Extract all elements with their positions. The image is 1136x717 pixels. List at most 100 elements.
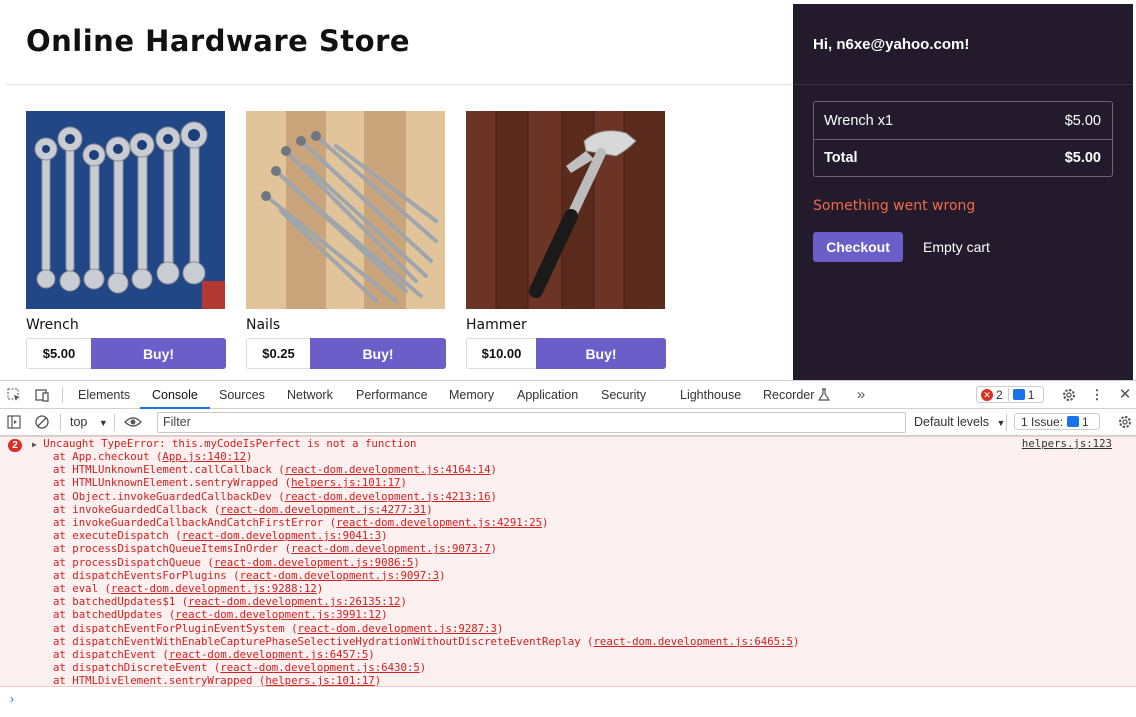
sidebar-toggle-icon[interactable] xyxy=(6,414,22,430)
stack-frame-link[interactable]: react-dom.development.js:6465:5 xyxy=(594,635,793,648)
buy-wrench-button[interactable]: Buy! xyxy=(91,338,226,369)
stack-frame: at processDispatchQueue (react-dom.devel… xyxy=(53,556,420,569)
stack-frame: at dispatchEventForPluginEventSystem (re… xyxy=(53,622,503,635)
stack-frame: at dispatchEvent (react-dom.development.… xyxy=(53,648,375,661)
stack-frame-link[interactable]: react-dom.development.js:9041:3 xyxy=(182,529,381,542)
store-main: Online Hardware Store Wrench $5.00 Buy! … xyxy=(0,0,793,380)
stack-frame-function: at Object.invokeGuardedCallbackDev ( xyxy=(53,489,285,503)
tab-console[interactable]: Console xyxy=(140,381,210,409)
stack-frame-link[interactable]: react-dom.development.js:9288:12 xyxy=(111,582,317,595)
stack-frame-function: at dispatchEventsForPlugins ( xyxy=(53,568,240,582)
tab-performance[interactable]: Performance xyxy=(356,381,428,409)
hammer-image xyxy=(466,111,665,309)
stack-frame-link[interactable]: react-dom.development.js:6457:5 xyxy=(169,648,368,661)
stack-frame-link[interactable]: react-dom.development.js:9086:5 xyxy=(214,556,413,569)
chevron-down-icon: ▼ xyxy=(996,418,1006,428)
stack-frame-close-paren: ) xyxy=(316,582,324,595)
tab-application[interactable]: Application xyxy=(517,381,578,409)
issues-label: 1 Issue: xyxy=(1021,414,1064,429)
issues-button[interactable]: 1 Issue: 1 xyxy=(1014,413,1100,430)
tab-lighthouse[interactable]: Lighthouse xyxy=(680,381,741,409)
stack-frame-close-paren: ) xyxy=(490,489,497,503)
message-count: 1 xyxy=(1027,387,1035,402)
product-price-row: $10.00 Buy! xyxy=(466,338,666,370)
stack-frame-close-paren: ) xyxy=(246,450,253,463)
context-value: top xyxy=(70,415,88,429)
product-card-wrench: Wrench $5.00 Buy! xyxy=(26,111,226,370)
chevron-down-icon: ▼ xyxy=(98,418,108,428)
stack-frame-link[interactable]: App.js:140:12 xyxy=(162,450,246,463)
issues-count: 1 xyxy=(1082,414,1089,429)
stack-frame-link[interactable]: helpers.js:101:17 xyxy=(291,476,400,489)
console-settings-gear-icon[interactable] xyxy=(1117,414,1133,430)
stack-frame-function: at HTMLDivElement.sentryWrapped ( xyxy=(53,674,266,688)
user-greeting: Hi, n6xe@yahoo.com! xyxy=(813,36,970,53)
tab-network[interactable]: Network xyxy=(287,381,333,409)
stack-frame-link[interactable]: react-dom.development.js:9073:7 xyxy=(291,542,490,555)
stack-frame-function: at HTMLUnknownElement.callCallback ( xyxy=(53,463,285,477)
device-toolbar-icon[interactable] xyxy=(34,387,50,403)
stack-frame-function: at dispatchEvent ( xyxy=(53,648,169,661)
kebab-menu-icon[interactable]: ⋮ xyxy=(1089,387,1105,403)
stack-frame-close-paren: ) xyxy=(400,476,407,490)
stack-frame-link[interactable]: react-dom.development.js:3991:12 xyxy=(175,608,381,621)
stack-frame-link[interactable]: react-dom.development.js:4213:16 xyxy=(285,490,491,503)
tab-recorder[interactable]: Recorder xyxy=(763,381,814,409)
stack-frame: at dispatchDiscreteEvent (react-dom.deve… xyxy=(53,661,426,674)
stack-frame: at HTMLDivElement.sentryWrapped (helpers… xyxy=(53,674,381,687)
cart-item-row: Wrench x1 $5.00 xyxy=(814,102,1112,139)
nails-image xyxy=(246,111,445,309)
toolbar-separator xyxy=(114,414,115,431)
buy-nails-button[interactable]: Buy! xyxy=(310,338,446,369)
stack-frame-link[interactable]: react-dom.development.js:4164:14 xyxy=(285,463,491,476)
stack-frame-link[interactable]: react-dom.development.js:4277:31 xyxy=(220,503,426,516)
error-icon: ✕ xyxy=(981,388,993,401)
close-icon[interactable]: ✕ xyxy=(1117,387,1133,403)
settings-gear-icon[interactable] xyxy=(1061,387,1077,403)
toolbar-separator xyxy=(60,414,61,431)
stack-frame: at eval (react-dom.development.js:9288:1… xyxy=(53,582,323,595)
error-message-line[interactable]: ▶ Uncaught TypeError: this.myCodeIsPerfe… xyxy=(32,437,416,450)
tab-elements[interactable]: Elements xyxy=(78,381,130,409)
expand-triangle-icon[interactable]: ▶ xyxy=(32,440,37,449)
stack-frame: at executeDispatch (react-dom.developmen… xyxy=(53,529,388,542)
console-counters[interactable]: ✕ 2 1 xyxy=(976,386,1044,403)
stack-frame-close-paren: ) xyxy=(426,502,433,516)
stack-frame-close-paren: ) xyxy=(490,463,497,477)
tab-memory[interactable]: Memory xyxy=(449,381,494,409)
stack-frame-close-paren: ) xyxy=(381,608,388,622)
stack-frame-close-paren: ) xyxy=(542,516,549,529)
console-prompt-chevron-icon[interactable]: › xyxy=(10,692,14,706)
log-levels-dropdown[interactable]: Default levels ▼ xyxy=(914,409,1005,436)
stack-frame-link[interactable]: react-dom.development.js:26135:12 xyxy=(188,595,400,608)
context-selector[interactable]: top ▼ xyxy=(70,409,108,436)
stack-frame-close-paren: ) xyxy=(792,634,800,648)
stack-frame-close-paren: ) xyxy=(374,674,382,688)
buy-hammer-button[interactable]: Buy! xyxy=(536,338,666,369)
stack-frame-link[interactable]: react-dom.development.js:4291:25 xyxy=(336,516,542,529)
stack-frame-link[interactable]: react-dom.development.js:9287:3 xyxy=(298,622,497,635)
product-price-row: $5.00 Buy! xyxy=(26,338,226,370)
filter-input[interactable]: Filter xyxy=(157,412,906,433)
stack-frame: at dispatchEventsForPlugins (react-dom.d… xyxy=(53,569,446,582)
inspect-element-icon[interactable] xyxy=(6,387,22,403)
more-tabs-icon[interactable]: » xyxy=(853,387,869,403)
tab-security[interactable]: Security xyxy=(601,381,646,409)
live-expression-eye-icon[interactable] xyxy=(123,414,143,430)
checkout-button[interactable]: Checkout xyxy=(813,232,903,262)
tab-sources[interactable]: Sources xyxy=(219,381,265,409)
stack-frame-link[interactable]: helpers.js:101:17 xyxy=(265,674,374,687)
stack-frame: at processDispatchQueueItemsInOrder (rea… xyxy=(53,542,497,555)
clear-console-icon[interactable] xyxy=(34,414,50,430)
stack-frame-link[interactable]: react-dom.development.js:6430:5 xyxy=(220,661,419,674)
stack-frame: at dispatchEventWithEnableCapturePhaseSe… xyxy=(53,635,799,648)
devtools-panel: Elements Console Sources Network Perform… xyxy=(0,380,1136,717)
stack-frame-function: at dispatchDiscreteEvent ( xyxy=(53,661,221,675)
empty-cart-button[interactable]: Empty cart xyxy=(923,232,990,262)
stack-frame-close-paren: ) xyxy=(413,555,420,569)
cart-panel: Hi, n6xe@yahoo.com! Wrench x1 $5.00 Tota… xyxy=(793,4,1133,380)
stack-frame-link[interactable]: react-dom.development.js:9097:3 xyxy=(240,569,439,582)
product-name: Wrench xyxy=(26,317,79,333)
flask-icon xyxy=(817,388,831,401)
error-source-link[interactable]: helpers.js:123 xyxy=(1022,437,1112,450)
